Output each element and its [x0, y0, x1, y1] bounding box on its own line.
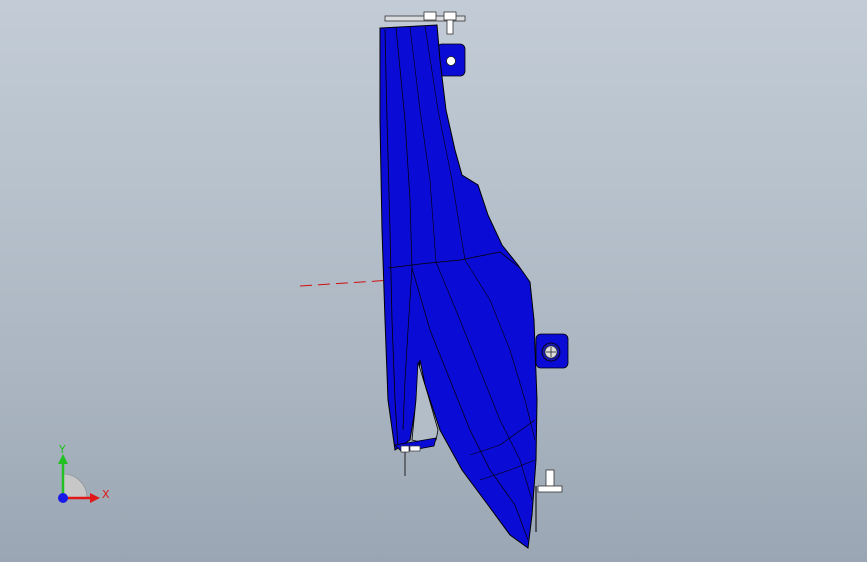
x-axis-label: X: [102, 488, 110, 501]
model-canvas[interactable]: [0, 0, 867, 562]
vent-duct-part[interactable]: [379, 24, 538, 549]
z-axis-dot: [58, 493, 68, 503]
side-clip[interactable]: [535, 333, 569, 369]
triad-arc: [62, 473, 88, 499]
y-axis-label: Y: [58, 443, 66, 456]
x-axis-arrow: [90, 493, 100, 503]
reference-triad: Y X: [58, 443, 110, 503]
bottom-right-bolt[interactable]: [535, 469, 563, 532]
sketch-centerline: [299, 279, 393, 287]
graphics-viewport[interactable]: Y X: [0, 0, 867, 562]
bottom-left-fastener[interactable]: [400, 445, 421, 476]
